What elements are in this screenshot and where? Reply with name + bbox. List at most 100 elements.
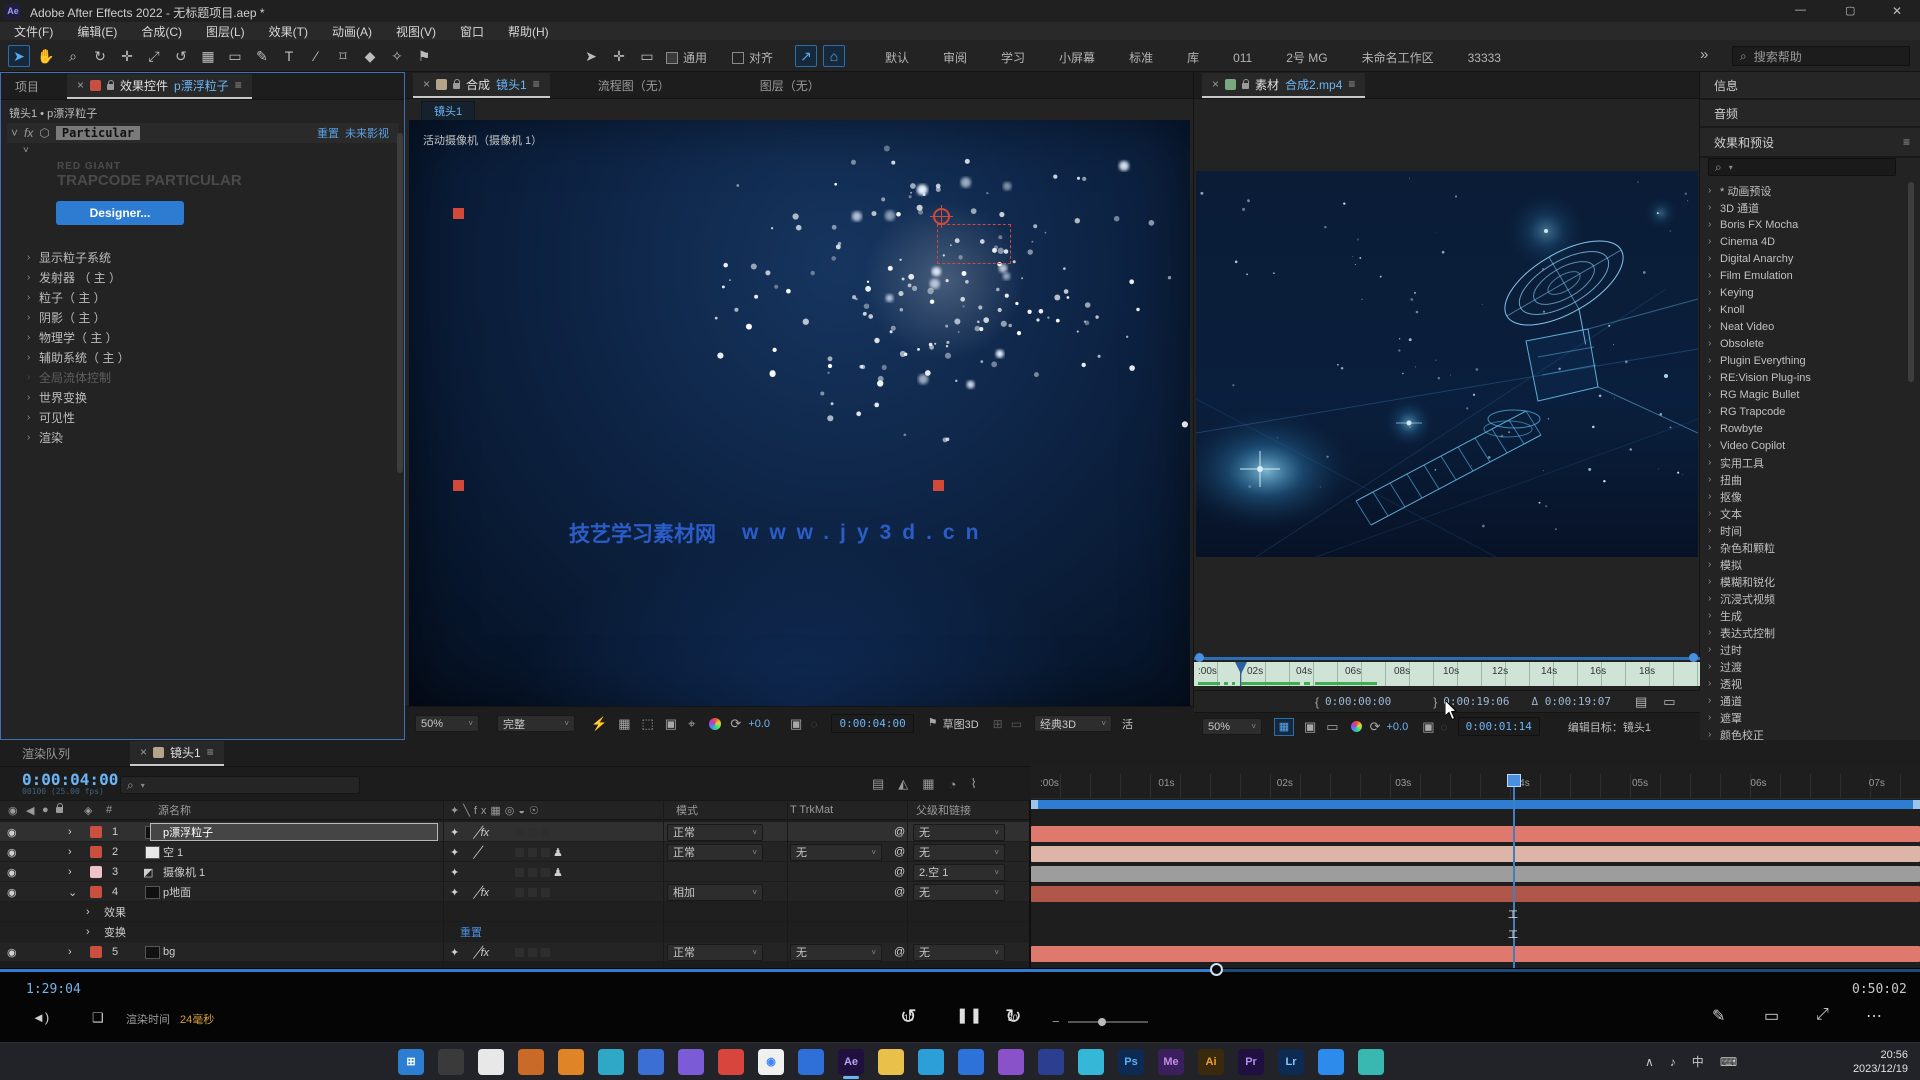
layer-name[interactable]: 摄像机 1: [163, 862, 205, 882]
effect-category-32[interactable]: ›颜色校正: [1700, 726, 1906, 740]
workspace-1[interactable]: 审阅: [943, 49, 967, 66]
draft3d-icon[interactable]: ◭: [898, 776, 908, 792]
app-navy[interactable]: [1038, 1049, 1064, 1075]
effect-category-14[interactable]: ›Rowbyte: [1700, 420, 1906, 437]
eye-icon[interactable]: ◉: [7, 842, 17, 862]
app-edge[interactable]: [918, 1049, 944, 1075]
quality-switch-icon[interactable]: ✦: [450, 862, 459, 882]
panel-menu-icon[interactable]: ≡: [1903, 135, 1910, 149]
parent-dropdown[interactable]: 无˅: [913, 942, 1005, 962]
effect-category-16[interactable]: ›实用工具: [1700, 454, 1906, 471]
workspace-8[interactable]: 未命名工作区: [1362, 49, 1434, 66]
footage-scrollbar[interactable]: [1194, 657, 1700, 660]
show-snapshot-icon[interactable]: ◌: [810, 717, 817, 731]
eye-icon[interactable]: ◉: [7, 882, 17, 902]
app-purple2[interactable]: [998, 1049, 1024, 1075]
lock-icon[interactable]: [1242, 83, 1249, 89]
app-illustrator[interactable]: Ai: [1198, 1049, 1224, 1075]
app-notes[interactable]: [478, 1049, 504, 1075]
effect-category-25[interactable]: ›生成: [1700, 607, 1906, 624]
menu-item-0[interactable]: 文件(F): [14, 21, 53, 42]
effect-category-10[interactable]: ›Plugin Everything: [1700, 352, 1906, 369]
tab-flowchart[interactable]: 流程图（无）: [598, 77, 670, 94]
layer-name[interactable]: bg: [163, 942, 175, 962]
zoom-tool[interactable]: ⌕: [62, 45, 84, 67]
overlay-edit-icon[interactable]: ▭: [1663, 694, 1675, 710]
menu-item-7[interactable]: 窗口: [460, 21, 484, 42]
trkmat-column[interactable]: T TrkMat: [790, 804, 833, 816]
hand-tool[interactable]: ✋: [35, 45, 57, 67]
keyframe-marker-2[interactable]: 工: [1508, 926, 1518, 941]
app-compass[interactable]: [798, 1049, 824, 1075]
effect-group-3[interactable]: ›阴影（ 主 ）: [1, 307, 430, 327]
work-area-end-handle[interactable]: [1913, 800, 1920, 809]
effect-category-22[interactable]: ›模拟: [1700, 556, 1906, 573]
exposure-value[interactable]: +0.0: [1387, 721, 1409, 733]
guides-icon[interactable]: ▭: [1326, 720, 1338, 733]
parent-pickwhip-icon[interactable]: @: [894, 822, 905, 842]
current-time-display[interactable]: 0:00:04:00: [831, 714, 913, 733]
keyframe-marker-1[interactable]: 工: [1508, 906, 1518, 921]
pause-button[interactable]: ❚❚: [956, 1006, 983, 1024]
camera-tool[interactable]: ▦: [197, 45, 219, 67]
close-tab-icon[interactable]: ×: [1212, 77, 1219, 91]
mode-dropdown[interactable]: 相加˅: [667, 882, 763, 902]
layer-name[interactable]: p漂浮粒子: [150, 823, 438, 841]
mode-column[interactable]: 模式: [676, 802, 698, 818]
app-blue[interactable]: [638, 1049, 664, 1075]
workspace-9[interactable]: 33333: [1468, 51, 1501, 65]
effect-category-15[interactable]: ›Video Copilot: [1700, 437, 1906, 454]
volume-slider[interactable]: −: [1052, 1014, 1148, 1029]
axis-box-icon[interactable]: ▭: [636, 45, 658, 67]
fast-previews-button[interactable]: ⚑ 草图3D: [928, 716, 979, 732]
mode-dropdown[interactable]: 正常˅: [667, 842, 763, 862]
collapse-icon[interactable]: ˅: [11, 126, 18, 140]
mask-shape-tool[interactable]: ▭: [224, 45, 246, 67]
chat-icon[interactable]: ❑: [92, 1010, 104, 1026]
effect-category-17[interactable]: ›扭曲: [1700, 471, 1906, 488]
effect-reset-link[interactable]: 重置: [317, 125, 339, 141]
out-point-icon[interactable]: }: [1433, 696, 1437, 708]
speaker-icon[interactable]: ◄): [32, 1010, 49, 1025]
eye-icon[interactable]: ◉: [7, 822, 17, 842]
scrollbar[interactable]: [397, 133, 403, 473]
effect-group-4[interactable]: ›物理学（ 主 ）: [1, 327, 430, 347]
footage-preview[interactable]: [1196, 171, 1698, 557]
effect-category-30[interactable]: ›通道: [1700, 692, 1906, 709]
footage-playhead[interactable]: [1235, 662, 1247, 674]
effect-category-24[interactable]: ›沉浸式视频: [1700, 590, 1906, 607]
app-dark[interactable]: [438, 1049, 464, 1075]
layer-color-chip[interactable]: [90, 862, 102, 882]
snapshot-icon[interactable]: ▣: [1422, 720, 1434, 733]
menu-item-1[interactable]: 编辑(E): [77, 21, 117, 42]
parent-dropdown[interactable]: 无˅: [913, 842, 1005, 862]
app-blue2[interactable]: [958, 1049, 984, 1075]
chevron-right-icon[interactable]: ›: [86, 922, 90, 942]
effect-category-2[interactable]: ›Boris FX Mocha: [1700, 216, 1906, 233]
panel-menu-icon[interactable]: ≡: [235, 78, 242, 92]
snap-arrow-icon[interactable]: ↗: [795, 45, 817, 67]
info-panel-header[interactable]: 信息: [1700, 72, 1920, 100]
effect-category-9[interactable]: ›Obsolete: [1700, 335, 1906, 352]
mode-dropdown[interactable]: 正常˅: [667, 942, 763, 962]
expand-icon[interactable]: ›: [68, 822, 72, 842]
clone-stamp-tool[interactable]: ⌑: [332, 45, 354, 67]
app-chrome[interactable]: ◉: [758, 1049, 784, 1075]
pan-camera-tool[interactable]: ✛: [116, 45, 138, 67]
effect-category-3[interactable]: ›Cinema 4D: [1700, 233, 1906, 250]
effect-category-1[interactable]: ›3D 通道: [1700, 199, 1906, 216]
effect-category-23[interactable]: ›模糊和锐化: [1700, 573, 1906, 590]
timeline-ruler[interactable]: :00s01s02s03s04s05s06s07s: [1031, 774, 1920, 799]
effect-category-19[interactable]: ›文本: [1700, 505, 1906, 522]
panel-menu-icon[interactable]: ≡: [207, 745, 214, 759]
guides-icon[interactable]: ⌖: [688, 717, 695, 730]
menu-item-3[interactable]: 图层(L): [206, 21, 245, 42]
magnification-dropdown[interactable]: 50%˅: [415, 715, 479, 732]
layer-name[interactable]: p地面: [163, 882, 191, 902]
layer-row-5[interactable]: ◉›5bg✦╱fx正常˅无˅@无˅: [0, 942, 1030, 962]
progress-track[interactable]: [0, 969, 1920, 972]
property-group-row-变换[interactable]: ›变换重置: [0, 922, 1030, 942]
work-area-bar[interactable]: [1031, 800, 1920, 809]
parent-pickwhip-icon[interactable]: @: [894, 942, 905, 962]
windows-start[interactable]: ⊞: [398, 1049, 424, 1075]
